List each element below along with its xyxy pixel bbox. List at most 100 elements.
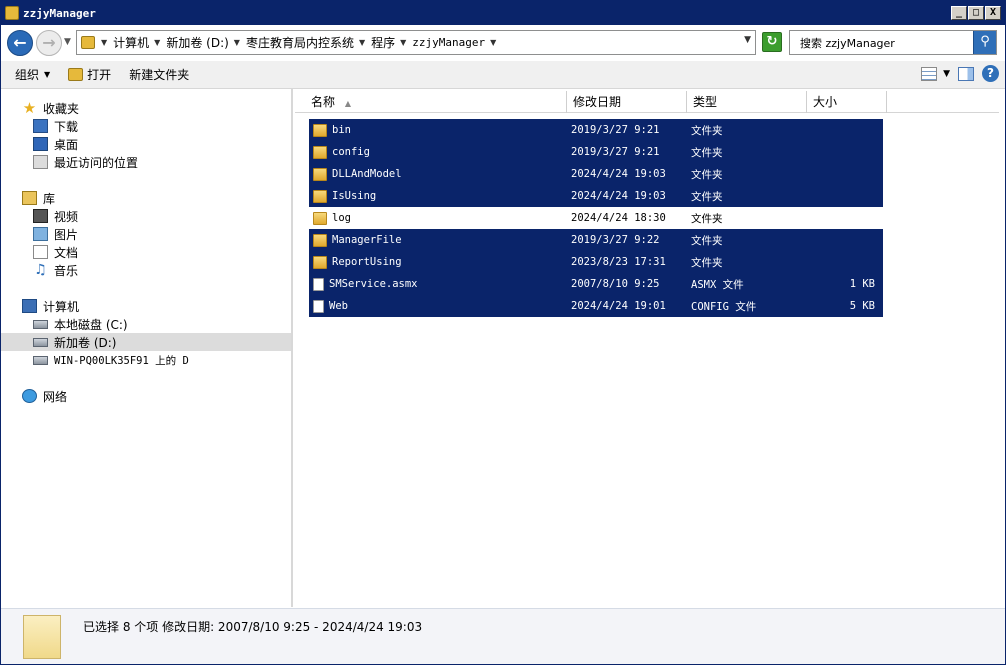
star-icon: ★ [22, 99, 37, 117]
column-header-label: 修改日期 [573, 95, 622, 109]
window-title: zzjyManager [23, 6, 96, 20]
table-row[interactable]: bin 2019/3/27 9:21 文件夹 [309, 119, 883, 141]
view-controls: ▼ ? [921, 65, 999, 82]
file-type: 文件夹 [691, 256, 723, 269]
address-bar[interactable]: ▼ 计算机 ▼ 新加卷 (D:) ▼ 枣庄教育局内控系统 ▼ 程序 ▼ zzjy… [76, 30, 756, 55]
chevron-right-icon[interactable]: ▼ [234, 38, 240, 47]
file-type: ASMX 文件 [691, 278, 744, 291]
search-icon[interactable]: ⚲ [973, 31, 996, 54]
file-type: CONFIG 文件 [691, 300, 757, 313]
table-row[interactable]: ReportUsing 2023/8/23 17:31 文件夹 [309, 251, 883, 273]
breadcrumb-item[interactable]: 枣庄教育局内控系统 [246, 34, 354, 51]
nav-drive-c[interactable]: 本地磁盘 (C:) [1, 315, 291, 333]
nav-videos[interactable]: 视频 [1, 207, 291, 225]
chevron-right-icon[interactable]: ▼ [101, 38, 107, 47]
table-row[interactable]: IsUsing 2024/4/24 19:03 文件夹 [309, 185, 883, 207]
column-headers: 名称 ▲ 修改日期 类型 大小 [295, 91, 999, 113]
breadcrumb-item[interactable]: 计算机 [113, 34, 149, 51]
nav-downloads[interactable]: 下载 [1, 117, 291, 135]
nav-label: 桌面 [54, 137, 79, 152]
desktop-icon [33, 137, 48, 151]
open-label: 打开 [87, 68, 112, 82]
chevron-right-icon[interactable]: ▼ [490, 38, 496, 47]
nav-network-drive[interactable]: WIN-PQ00LK35F91 上的 D [1, 351, 291, 369]
nav-network[interactable]: 网络 [1, 387, 291, 405]
file-name: ManagerFile [332, 234, 402, 246]
chevron-right-icon[interactable]: ▼ [359, 38, 365, 47]
column-header-label: 名称 [311, 95, 336, 109]
downloads-icon [33, 119, 48, 133]
nav-label: 新加卷 (D:) [54, 335, 117, 350]
network-group: 网络 [1, 387, 291, 405]
preview-pane-icon[interactable] [958, 66, 974, 81]
breadcrumb-item[interactable]: 新加卷 (D:) [166, 34, 228, 51]
address-dropdown-icon[interactable]: ▼ [744, 35, 751, 45]
close-button[interactable]: X [985, 6, 1001, 20]
nav-computer[interactable]: 计算机 [1, 297, 291, 315]
chevron-right-icon[interactable]: ▼ [400, 38, 406, 47]
file-type: 文件夹 [691, 190, 723, 203]
recent-places-icon [33, 155, 48, 169]
documents-icon [33, 245, 48, 259]
file-size: 5 KB [849, 300, 875, 312]
open-button[interactable]: 打开 [62, 64, 117, 86]
breadcrumb-item[interactable]: 程序 [371, 34, 395, 51]
refresh-icon[interactable]: ↻ [762, 32, 782, 52]
nav-label: 本地磁盘 (C:) [54, 317, 128, 332]
nav-documents[interactable]: 文档 [1, 243, 291, 261]
table-row[interactable]: log 2024/4/24 18:30 文件夹 [309, 207, 883, 229]
nav-desktop[interactable]: 桌面 [1, 135, 291, 153]
search-input[interactable]: 搜索 zzjyManager [800, 35, 895, 51]
libraries-group: 库 视频 图片 文档 ♫ 音乐 [1, 189, 291, 279]
maximize-button[interactable]: □ [968, 6, 984, 20]
column-header-modified[interactable]: 修改日期 [567, 91, 687, 113]
chevron-right-icon[interactable]: ▼ [154, 38, 160, 47]
nav-label: 收藏夹 [43, 101, 80, 116]
file-name: log [332, 212, 351, 224]
file-name: IsUsing [332, 190, 377, 202]
nav-drive-d[interactable]: 新加卷 (D:) [1, 333, 291, 351]
navigation-pane: ★ 收藏夹 下载 桌面 最近访问的位置 库 视频 图片 文档 ♫ 音乐 计算机 … [1, 89, 293, 607]
table-row[interactable]: SMService.asmx 2007/8/10 9:25 ASMX 文件 1 … [309, 273, 883, 295]
breadcrumb-item[interactable]: zzjyManager [412, 36, 485, 49]
drive-icon [33, 337, 48, 347]
nav-music[interactable]: ♫ 音乐 [1, 261, 291, 279]
file-name: bin [332, 124, 351, 136]
table-row[interactable]: DLLAndModel 2024/4/24 19:03 文件夹 [309, 163, 883, 185]
file-date: 2024/4/24 19:03 [571, 190, 666, 202]
table-row[interactable]: config 2019/3/27 9:21 文件夹 [309, 141, 883, 163]
column-header-type[interactable]: 类型 [687, 91, 807, 113]
folder-icon [313, 167, 327, 181]
help-icon[interactable]: ? [982, 65, 999, 82]
table-row[interactable]: ManagerFile 2019/3/27 9:22 文件夹 [309, 229, 883, 251]
new-folder-label: 新建文件夹 [129, 68, 190, 82]
open-icon [68, 68, 84, 81]
file-list-pane: 名称 ▲ 修改日期 类型 大小 bin 2019/3/27 9:21 文件夹 c… [295, 89, 1005, 607]
folder-icon [313, 189, 327, 203]
table-row[interactable]: Web 2024/4/24 19:01 CONFIG 文件 5 KB [309, 295, 883, 317]
nav-favorites[interactable]: ★ 收藏夹 [1, 99, 291, 117]
search-box[interactable]: 搜索 zzjyManager ⚲ [789, 30, 997, 55]
breadcrumb: ▼ 计算机 ▼ 新加卷 (D:) ▼ 枣庄教育局内控系统 ▼ 程序 ▼ zzjy… [99, 34, 502, 51]
minimize-button[interactable]: _ [951, 6, 967, 20]
column-header-size[interactable]: 大小 [807, 91, 887, 113]
nav-pictures[interactable]: 图片 [1, 225, 291, 243]
explorer-window: zzjyManager _ □ X ← → ▼ ▼ 计算机 ▼ 新加卷 (D:)… [0, 0, 1006, 665]
nav-recent-places[interactable]: 最近访问的位置 [1, 153, 291, 171]
nav-libraries[interactable]: 库 [1, 189, 291, 207]
view-options-icon[interactable] [921, 66, 938, 81]
file-size: 1 KB [849, 278, 875, 290]
back-arrow-icon[interactable]: ← [7, 30, 33, 56]
folder-icon [5, 6, 19, 20]
favorites-group: ★ 收藏夹 下载 桌面 最近访问的位置 [1, 99, 291, 171]
history-dropdown-icon[interactable]: ▼ [64, 37, 71, 47]
video-icon [33, 209, 48, 223]
computer-group: 计算机 本地磁盘 (C:) 新加卷 (D:) WIN-PQ00LK35F91 上… [1, 297, 291, 369]
column-header-name[interactable]: 名称 ▲ [295, 91, 567, 113]
forward-arrow-icon[interactable]: → [36, 30, 62, 56]
file-name: Web [329, 300, 348, 312]
chevron-down-icon[interactable]: ▼ [943, 69, 950, 79]
organize-button[interactable]: 组织 ▼ [9, 64, 56, 86]
new-folder-button[interactable]: 新建文件夹 [123, 64, 195, 86]
column-header-label: 类型 [693, 95, 718, 109]
